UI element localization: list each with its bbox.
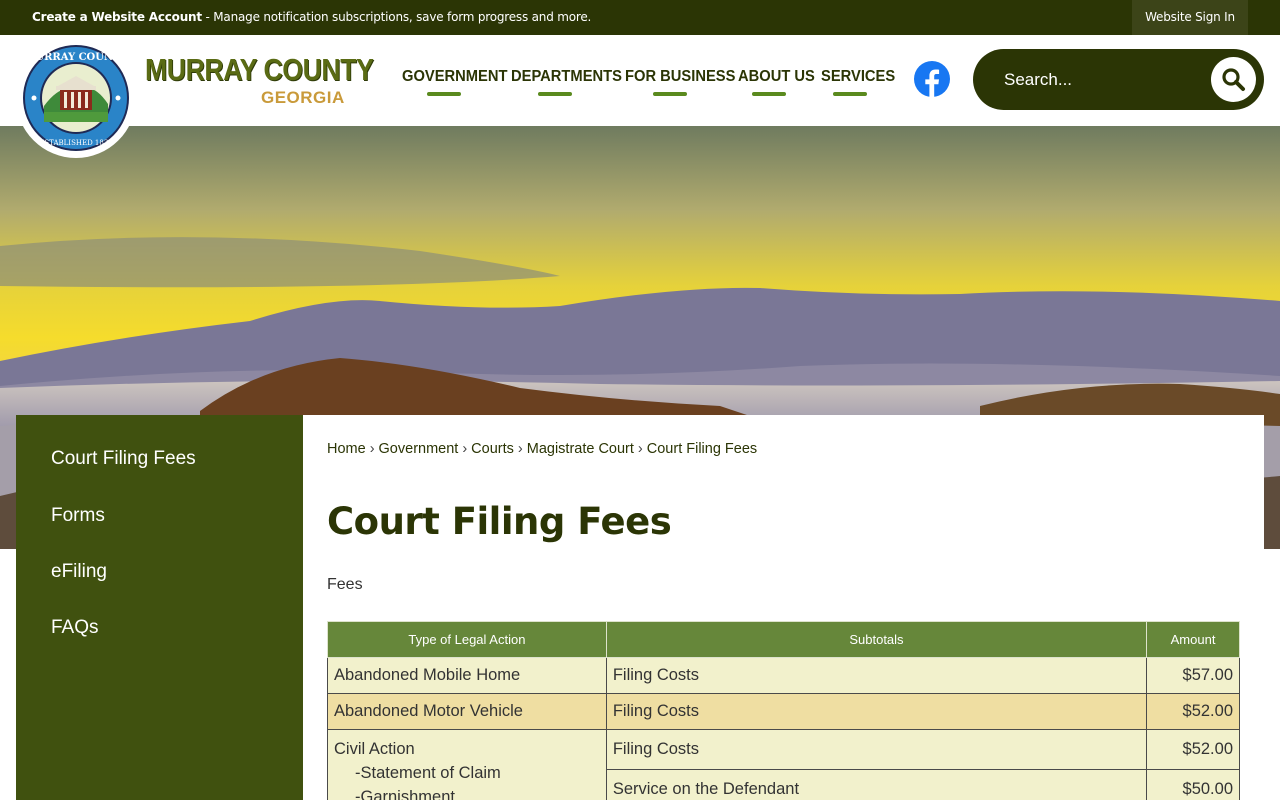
search-icon [1222, 68, 1245, 91]
county-seal-logo[interactable]: MURRAY COUNTY ESTABLISHED 1832 [16, 38, 136, 158]
seal-text-bottom: ESTABLISHED 1832 [39, 139, 112, 147]
top-utility-bar: Create a Website Account - Manage notifi… [0, 0, 1280, 35]
breadcrumb-courts[interactable]: Courts [471, 441, 514, 457]
site-subtitle: GEORGIA [261, 88, 345, 107]
seal-text-top: MURRAY COUNTY [24, 52, 128, 63]
action-cell: Civil Action -Statement of Claim -Garnis… [327, 729, 607, 800]
breadcrumb-separator: › [462, 441, 468, 457]
sidebar-item-efiling[interactable]: eFiling [51, 561, 107, 583]
facebook-icon[interactable] [914, 61, 950, 97]
breadcrumb-separator: › [517, 441, 523, 457]
amount-cell: $52.00 [1146, 693, 1240, 730]
create-account-link[interactable]: Create a Website Account - Manage notifi… [32, 10, 591, 24]
sub-action-label: -Statement of Claim [355, 764, 501, 782]
sidebar-nav: Court Filing Fees Forms eFiling FAQs [16, 415, 303, 800]
search-button[interactable] [1211, 57, 1256, 102]
column-header-subtotals: Subtotals [605, 621, 1148, 658]
nav-government[interactable]: GOVERNMENT [402, 68, 507, 86]
breadcrumb-separator: › [637, 441, 643, 457]
nav-government-underline [427, 92, 461, 96]
nav-about-us[interactable]: ABOUT US [738, 68, 815, 86]
fees-table: Type of Legal Action Subtotals Amount Ab… [327, 621, 1240, 800]
nav-departments[interactable]: DEPARTMENTS [511, 68, 622, 86]
subtotal-cell: Service on the Defendant [605, 769, 1148, 800]
sub-action-label: -Garnishment [355, 788, 455, 800]
action-cell: Abandoned Motor Vehicle [327, 693, 607, 730]
subtotal-cell: Filing Costs [605, 729, 1148, 770]
sidebar-item-faqs[interactable]: FAQs [51, 617, 99, 639]
subtotal-cell: Filing Costs [605, 657, 1148, 694]
search-input[interactable] [1004, 68, 1194, 92]
column-header-amount: Amount [1146, 621, 1240, 658]
amount-cell: $50.00 [1146, 769, 1240, 800]
breadcrumb-current: Court Filing Fees [646, 441, 758, 457]
sidebar-item-forms[interactable]: Forms [51, 505, 105, 527]
action-label: Civil Action [334, 740, 415, 758]
nav-for-business[interactable]: FOR BUSINESS [625, 68, 735, 86]
column-header-type: Type of Legal Action [327, 621, 607, 658]
seal-icon: MURRAY COUNTY ESTABLISHED 1832 [23, 45, 129, 151]
nav-about-us-underline [752, 92, 786, 96]
amount-cell: $57.00 [1146, 657, 1240, 694]
nav-services[interactable]: SERVICES [821, 68, 895, 86]
breadcrumb-separator: › [369, 441, 375, 457]
table-row: Civil Action -Statement of Claim -Garnis… [327, 729, 1240, 800]
page-title: Court Filing Fees [327, 500, 672, 543]
create-account-description: - Manage notification subscriptions, sav… [201, 10, 592, 24]
table-header-row: Type of Legal Action Subtotals Amount [327, 621, 1240, 658]
breadcrumb: Home › Government › Courts › Magistrate Court ›… [327, 441, 757, 457]
amount-cell: $52.00 [1146, 729, 1240, 770]
nav-for-business-underline [653, 92, 687, 96]
table-row: Abandoned Motor Vehicle Filing Costs $52… [327, 693, 1240, 730]
action-cell: Abandoned Mobile Home [327, 657, 607, 694]
website-sign-in-button[interactable]: Website Sign In [1132, 0, 1248, 35]
subtotal-cell: Filing Costs [605, 693, 1148, 730]
table-row: Abandoned Mobile Home Filing Costs $57.0… [327, 657, 1240, 694]
nav-services-underline [833, 92, 867, 96]
breadcrumb-home[interactable]: Home [327, 441, 366, 457]
nav-departments-underline [538, 92, 572, 96]
create-account-label[interactable]: Create a Website Account [32, 10, 202, 24]
site-title[interactable]: MURRAY COUNTY [145, 52, 374, 88]
sidebar-item-court-filing-fees[interactable]: Court Filing Fees [51, 448, 196, 470]
intro-text: Fees [327, 576, 363, 593]
breadcrumb-magistrate-court[interactable]: Magistrate Court [527, 441, 634, 457]
breadcrumb-government[interactable]: Government [379, 441, 459, 457]
